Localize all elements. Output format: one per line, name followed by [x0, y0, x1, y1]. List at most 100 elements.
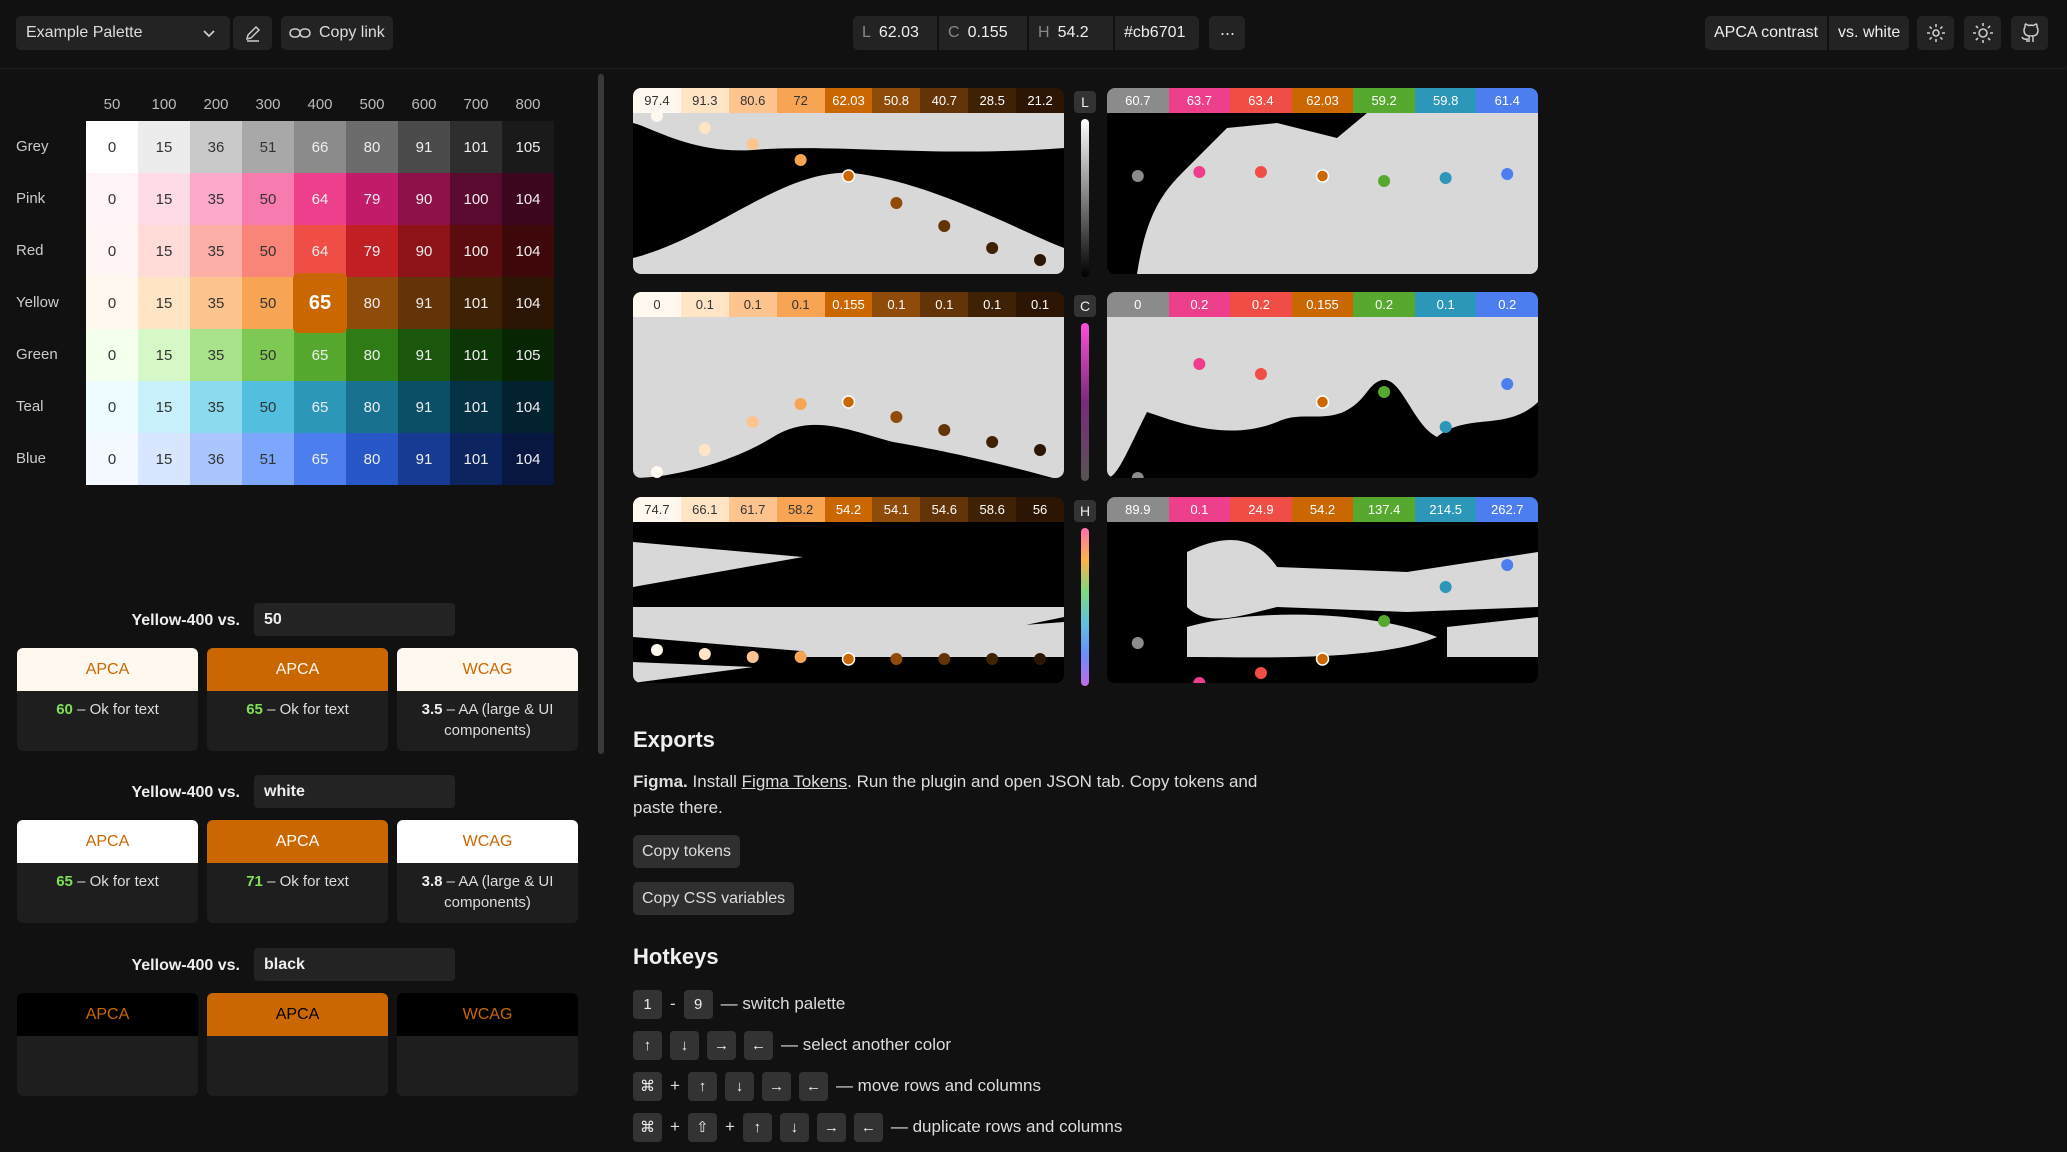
swatch-teal-400[interactable]: 65 [294, 381, 346, 433]
color-point[interactable] [1034, 254, 1047, 266]
hex-input[interactable]: #cb6701 [1115, 16, 1199, 50]
swatch-pink-500[interactable]: 79 [346, 173, 398, 225]
swatch-green-500[interactable]: 80 [346, 329, 398, 381]
color-point[interactable] [1254, 368, 1267, 380]
swatch-grey-50[interactable]: 0 [86, 121, 138, 173]
chart-c-right[interactable]: 0 0.2 0.2 0.155 0.2 0.1 0.2 [1107, 292, 1538, 478]
row-header-teal[interactable]: Teal [16, 381, 86, 433]
color-point[interactable] [1501, 378, 1514, 390]
color-point[interactable] [1315, 169, 1330, 183]
color-point[interactable] [1439, 421, 1452, 433]
color-point[interactable] [1131, 472, 1144, 478]
swatch-red-50[interactable]: 0 [86, 225, 138, 277]
swatch-teal-50[interactable]: 0 [86, 381, 138, 433]
row-header-red[interactable]: Red [16, 225, 86, 277]
swatch-pink-800[interactable]: 104 [502, 173, 554, 225]
swatch-red-400[interactable]: 64 [294, 225, 346, 277]
color-point[interactable] [1378, 175, 1391, 187]
color-point[interactable] [938, 220, 951, 232]
palette-select[interactable]: Example Palette [16, 16, 230, 50]
color-point[interactable] [890, 653, 903, 665]
color-point[interactable] [698, 444, 711, 456]
contrast-target-input[interactable]: 50 [254, 603, 455, 636]
swatch-pink-200[interactable]: 35 [190, 173, 242, 225]
color-point[interactable] [1193, 166, 1206, 178]
contrast-target-input[interactable]: black [254, 948, 455, 981]
color-point[interactable] [841, 395, 856, 409]
color-point[interactable] [841, 169, 856, 183]
swatch-pink-300[interactable]: 50 [242, 173, 294, 225]
swatch-blue-500[interactable]: 80 [346, 433, 398, 485]
row-header-yellow[interactable]: Yellow [16, 277, 86, 329]
selected-swatch-yellow-400[interactable]: 65 [293, 273, 347, 333]
swatch-green-100[interactable]: 15 [138, 329, 190, 381]
swatch-green-50[interactable]: 0 [86, 329, 138, 381]
swatch-green-700[interactable]: 101 [450, 329, 502, 381]
chart-h-left[interactable]: 74.7 66.1 61.7 58.2 54.2 54.1 54.6 58.6 56 [633, 497, 1064, 683]
swatch-teal-300[interactable]: 50 [242, 381, 294, 433]
color-point[interactable] [794, 398, 807, 410]
color-point[interactable] [698, 122, 711, 134]
swatch-red-200[interactable]: 35 [190, 225, 242, 277]
color-point[interactable] [890, 411, 903, 423]
swatch-yellow-500[interactable]: 80 [346, 277, 398, 329]
swatch-yellow-300[interactable]: 50 [242, 277, 294, 329]
swatch-yellow-600[interactable]: 91 [398, 277, 450, 329]
copy-css-variables-button[interactable]: Copy CSS variables [633, 882, 795, 915]
swatch-red-100[interactable]: 15 [138, 225, 190, 277]
github-button[interactable] [2011, 16, 2048, 50]
color-point[interactable] [1193, 358, 1206, 370]
color-point[interactable] [746, 651, 759, 663]
color-point[interactable] [1034, 444, 1047, 456]
swatch-blue-50[interactable]: 0 [86, 433, 138, 485]
hue-input[interactable]: H 54.2 [1029, 16, 1113, 50]
color-point[interactable] [986, 653, 999, 665]
swatch-green-400[interactable]: 65 [294, 329, 346, 381]
swatch-green-800[interactable]: 105 [502, 329, 554, 381]
swatch-red-300[interactable]: 50 [242, 225, 294, 277]
row-header-green[interactable]: Green [16, 329, 86, 381]
swatch-pink-600[interactable]: 90 [398, 173, 450, 225]
swatch-teal-700[interactable]: 101 [450, 381, 502, 433]
axis-h-gradient[interactable] [1081, 528, 1089, 686]
color-point[interactable] [841, 652, 856, 666]
color-point[interactable] [986, 436, 999, 448]
swatch-blue-400[interactable]: 65 [294, 433, 346, 485]
axis-l-gradient[interactable] [1081, 119, 1089, 277]
swatch-yellow-100[interactable]: 15 [138, 277, 190, 329]
swatch-red-800[interactable]: 104 [502, 225, 554, 277]
lightness-input[interactable]: L 62.03 [853, 16, 937, 50]
color-point[interactable] [794, 651, 807, 663]
color-point[interactable] [746, 416, 759, 428]
color-point[interactable] [1315, 652, 1330, 666]
swatch-pink-700[interactable]: 100 [450, 173, 502, 225]
copy-tokens-button[interactable]: Copy tokens [633, 835, 740, 868]
color-point[interactable] [1378, 386, 1391, 398]
settings-button[interactable] [1917, 16, 1954, 50]
color-point[interactable] [1193, 677, 1206, 683]
chart-c-left[interactable]: 0 0.1 0.1 0.1 0.155 0.1 0.1 0.1 0.1 [633, 292, 1064, 478]
swatch-pink-50[interactable]: 0 [86, 173, 138, 225]
rename-palette-button[interactable] [233, 16, 272, 50]
swatch-grey-400[interactable]: 66 [294, 121, 346, 173]
swatch-blue-300[interactable]: 51 [242, 433, 294, 485]
color-point[interactable] [1131, 170, 1144, 182]
swatch-pink-100[interactable]: 15 [138, 173, 190, 225]
swatch-green-600[interactable]: 91 [398, 329, 450, 381]
swatch-blue-600[interactable]: 91 [398, 433, 450, 485]
color-point[interactable] [650, 466, 663, 478]
color-point[interactable] [1254, 667, 1267, 679]
color-point[interactable] [1254, 166, 1267, 178]
swatch-red-700[interactable]: 100 [450, 225, 502, 277]
swatch-teal-600[interactable]: 91 [398, 381, 450, 433]
row-header-pink[interactable]: Pink [16, 173, 86, 225]
chart-l-left[interactable]: 97.4 91.3 80.6 72 62.03 50.8 40.7 28.5 21.2 [633, 88, 1064, 274]
swatch-yellow-50[interactable]: 0 [86, 277, 138, 329]
swatch-pink-400[interactable]: 64 [294, 173, 346, 225]
swatch-blue-700[interactable]: 101 [450, 433, 502, 485]
swatch-teal-800[interactable]: 104 [502, 381, 554, 433]
swatch-grey-300[interactable]: 51 [242, 121, 294, 173]
more-button[interactable]: ··· [1209, 16, 1245, 50]
figma-tokens-link[interactable]: Figma Tokens [742, 772, 848, 791]
swatch-grey-500[interactable]: 80 [346, 121, 398, 173]
